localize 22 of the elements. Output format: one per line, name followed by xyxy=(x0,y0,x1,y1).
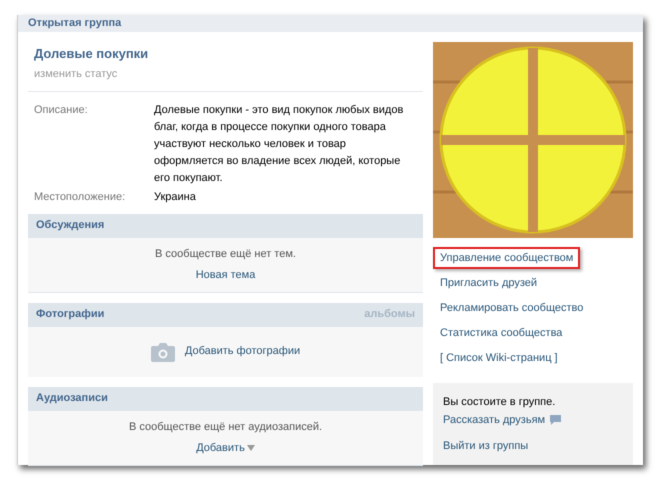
info-value: Украина xyxy=(154,190,197,204)
info-value: Долевые покупки - это вид покупок любых видов благ, когда в процессе покупки одного товара участвуют несколько человек и товар оформляется во владение всех людей, которые его покупают. xyxy=(154,102,404,186)
page-title: Открытая группа xyxy=(28,16,122,31)
section-title: Обсуждения xyxy=(36,218,104,234)
action-link[interactable]: [ Список Wiki-страниц ] xyxy=(433,346,565,368)
action-link[interactable]: Управление сообществом xyxy=(433,246,580,268)
new-topic-link[interactable]: Новая тема xyxy=(196,267,256,284)
add-photos-link[interactable]: Добавить фотографии xyxy=(150,342,300,362)
action-link[interactable]: Рекламировать сообщество xyxy=(433,296,590,318)
action-link[interactable]: Статистика сообщества xyxy=(433,322,570,344)
membership-text: Вы состоите в группе. xyxy=(443,394,556,410)
empty-message: В сообществе ещё нет аудиозаписей. xyxy=(128,420,322,434)
share-link[interactable]: Рассказать друзьям xyxy=(443,410,562,428)
add-dropdown[interactable]: Добавить xyxy=(196,440,255,456)
section-title: Фотографии xyxy=(36,307,104,322)
empty-message: В сообществе ещё нет тем. xyxy=(155,246,296,262)
group-name: Долевые покупки xyxy=(34,44,150,63)
info-label: Описание: xyxy=(34,102,89,118)
section-title: Аудиозаписи xyxy=(36,391,108,406)
leave-group-link[interactable]: Выйти из группы xyxy=(443,436,528,454)
action-link[interactable]: Пригласить друзей xyxy=(433,272,544,294)
info-label: Местоположение: xyxy=(34,190,126,204)
